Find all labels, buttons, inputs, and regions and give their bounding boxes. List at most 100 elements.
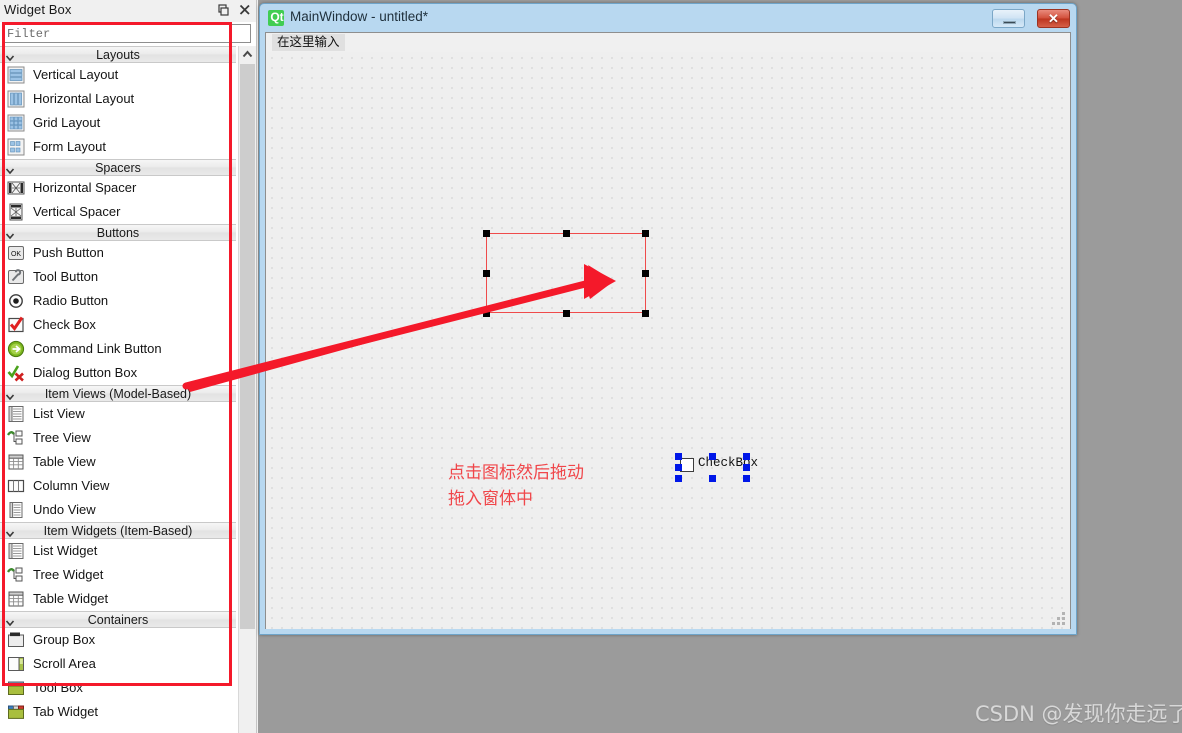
widget-box-titlebar: Widget Box [0, 0, 258, 22]
widget-item-tab-widget[interactable]: Tab Widget [0, 700, 236, 724]
widget-group-header[interactable]: Buttons [0, 224, 236, 241]
widget-group-header[interactable]: Containers [0, 611, 236, 628]
widget-item-tool-button[interactable]: Tool Button [0, 265, 236, 289]
tab-widget-icon [7, 703, 25, 721]
widget-item-vertical-spacer[interactable]: Vertical Spacer [0, 200, 236, 224]
filter-placeholder: Filter [7, 27, 51, 41]
main-window-client-area: 在这里输入 CheckBox 点击图标然后拖动 拖入窗体中 [265, 32, 1071, 629]
widget-item-form-layout[interactable]: Form Layout [0, 135, 236, 159]
widget-item-table-widget[interactable]: Table Widget [0, 587, 236, 611]
widget-item-grid-layout[interactable]: Grid Layout [0, 111, 236, 135]
resize-handle-top-right[interactable] [642, 230, 649, 237]
widget-item-group-box[interactable]: Group Box [0, 628, 236, 652]
widget-item-vertical-layout[interactable]: Vertical Layout [0, 63, 236, 87]
resize-handle-top-center[interactable] [562, 230, 570, 237]
widget-item-undo-view[interactable]: Undo View [0, 498, 236, 522]
checkbox-indicator[interactable] [680, 458, 694, 472]
scroll-area-icon [7, 655, 25, 673]
table-widget-icon [7, 590, 25, 608]
form-canvas[interactable]: CheckBox 点击图标然后拖动 拖入窗体中 [266, 52, 1070, 629]
widget-item-label: Table View [33, 454, 96, 469]
qt-logo-icon: Qt [268, 10, 284, 26]
column-view-icon [7, 477, 25, 495]
widget-item-scroll-area[interactable]: Scroll Area [0, 652, 236, 676]
resize-handle-bottom-left[interactable] [483, 310, 490, 317]
resize-grip-icon[interactable] [1052, 612, 1066, 625]
checkbox-handle-top-left[interactable] [675, 453, 682, 460]
widget-item-tool-box[interactable]: Tool Box [0, 676, 236, 700]
instruction-line-1: 点击图标然后拖动 [448, 463, 584, 483]
app-root: Widget Box Filter Layouts Vertical Layout… [0, 0, 1182, 733]
widget-item-label: Horizontal Spacer [33, 180, 137, 195]
filter-input[interactable]: Filter [3, 24, 251, 43]
close-button[interactable]: ✕ [1037, 9, 1070, 28]
checkbox-handle-top-center[interactable] [709, 453, 716, 460]
resize-handle-bottom-right[interactable] [642, 310, 649, 317]
widget-group-label: Spacers [95, 161, 141, 175]
tool-button-icon [7, 268, 25, 286]
widget-group-label: Layouts [96, 48, 140, 62]
command-link-button-icon [7, 340, 25, 358]
scroll-up-icon[interactable] [239, 46, 256, 63]
checkbox-handle-bottom-left[interactable] [675, 475, 682, 482]
widget-item-label: Vertical Layout [33, 67, 119, 82]
instruction-annotation: 点击图标然后拖动 拖入窗体中 [448, 460, 584, 512]
widget-item-horizontal-layout[interactable]: Horizontal Layout [0, 87, 236, 111]
widget-item-tree-view[interactable]: Tree View [0, 426, 236, 450]
minimize-button[interactable] [992, 9, 1025, 28]
widget-item-label: Horizontal Layout [33, 91, 135, 106]
resize-handle-middle-right[interactable] [642, 270, 649, 277]
widget-item-list-view[interactable]: List View [0, 402, 236, 426]
list-view-icon [7, 405, 25, 423]
instruction-line-2: 拖入窗体中 [448, 489, 533, 509]
tree-view-icon [6, 429, 25, 447]
widget-group-header[interactable]: Spacers [0, 159, 236, 176]
list-widget-icon [7, 542, 25, 560]
widget-group-label: Buttons [96, 226, 140, 240]
checkbox-handle-middle-left[interactable] [675, 464, 682, 471]
widget-group-header[interactable]: Item Widgets (Item-Based) [0, 522, 236, 539]
widget-item-tree-widget[interactable]: Tree Widget [0, 563, 236, 587]
widget-item-command-link-button[interactable]: Command Link Button [0, 337, 236, 361]
widget-item-horizontal-spacer[interactable]: Horizontal Spacer [0, 176, 236, 200]
widget-item-label: Tab Widget [33, 704, 99, 719]
widget-item-label: Dialog Button Box [33, 365, 138, 380]
widget-item-label: Push Button [33, 245, 104, 260]
selected-widget-outline[interactable] [486, 233, 646, 313]
widget-item-column-view[interactable]: Column View [0, 474, 236, 498]
close-icon[interactable] [236, 2, 254, 19]
widget-list[interactable]: Layouts Vertical Layout Horizontal Layout G… [0, 46, 236, 733]
dock-splitter[interactable] [256, 0, 258, 733]
widget-item-label: Grid Layout [33, 115, 101, 130]
widget-group-header[interactable]: Layouts [0, 46, 236, 63]
resize-handle-top-left[interactable] [483, 230, 490, 237]
widget-item-check-box[interactable]: Check Box [0, 313, 236, 337]
menu-bar[interactable]: 在这里输入 [266, 33, 1070, 52]
widget-item-label: Column View [33, 478, 110, 493]
widget-group-label: Item Widgets (Item-Based) [43, 524, 193, 538]
widget-item-list-widget[interactable]: List Widget [0, 539, 236, 563]
close-button-label: ✕ [1048, 11, 1059, 26]
main-window-titlebar[interactable]: Qt MainWindow - untitled* ✕ [260, 4, 1076, 32]
resize-handle-bottom-center[interactable] [562, 310, 570, 317]
widget-item-push-button[interactable]: OK Push Button [0, 241, 236, 265]
watermark-text: CSDN @发现你走远了 [975, 702, 1182, 726]
widget-item-label: Table Widget [33, 591, 109, 606]
widget-item-dialog-button-box[interactable]: Dialog Button Box [0, 361, 236, 385]
widget-item-radio-button[interactable]: Radio Button [0, 289, 236, 313]
checkbox-handle-bottom-center[interactable] [709, 475, 716, 482]
widget-group-header[interactable]: Item Views (Model-Based) [0, 385, 236, 402]
main-window-form: Qt MainWindow - untitled* ✕ 在这里输入 CheckB… [259, 3, 1077, 635]
scrollbar-thumb[interactable] [240, 64, 255, 629]
checkbox-handle-middle-right[interactable] [743, 464, 750, 471]
float-restore-icon[interactable] [214, 2, 232, 19]
checkbox-handle-bottom-right[interactable] [743, 475, 750, 482]
resize-handle-middle-left[interactable] [483, 270, 490, 277]
widget-item-label: List Widget [33, 543, 98, 558]
widget-list-scrollbar[interactable] [238, 46, 256, 733]
checkbox-handle-top-right[interactable] [743, 453, 750, 460]
widget-item-label: Form Layout [33, 139, 106, 154]
horizontal-spacer-icon [7, 179, 25, 197]
widget-item-table-view[interactable]: Table View [0, 450, 236, 474]
menu-bar-placeholder[interactable]: 在这里输入 [272, 34, 345, 51]
